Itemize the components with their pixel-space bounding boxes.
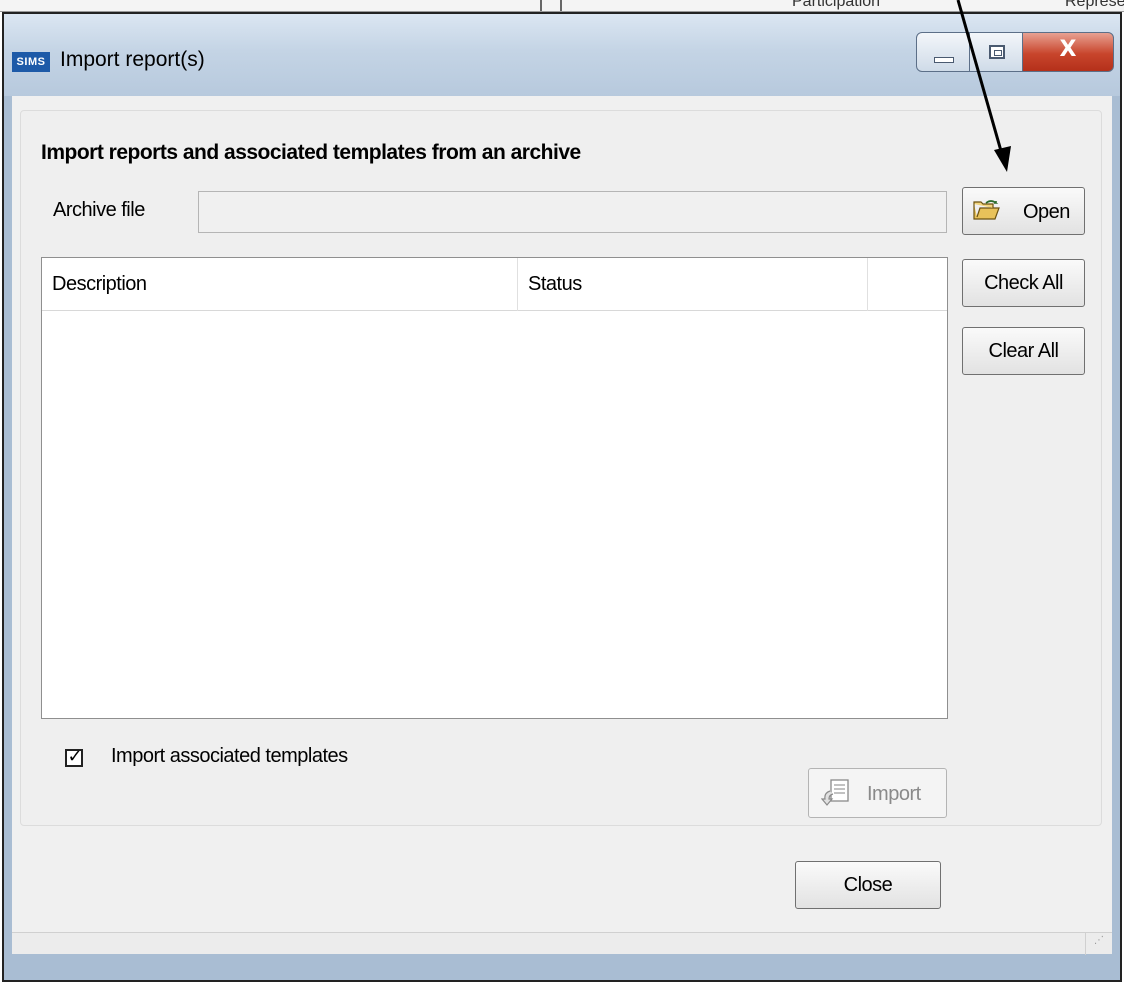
background-column-separator xyxy=(560,0,562,11)
background-column-participation: Participation xyxy=(792,0,881,10)
window-close-button[interactable]: X xyxy=(1022,32,1114,72)
section-heading: Import reports and associated templates … xyxy=(41,141,581,164)
close-icon: X xyxy=(1059,37,1077,62)
archive-file-input[interactable] xyxy=(198,191,947,233)
status-bar: ⋰ xyxy=(12,932,1112,955)
dialog-client-area: Import reports and associated templates … xyxy=(12,96,1112,955)
open-button-label: Open xyxy=(1023,201,1070,223)
import-templates-checkbox[interactable]: ✓ xyxy=(65,746,83,767)
import-document-icon xyxy=(821,779,849,806)
check-all-label: Check All xyxy=(984,272,1063,294)
import-button-label: Import xyxy=(867,783,921,805)
import-panel: Import reports and associated templates … xyxy=(20,110,1102,826)
archive-file-label: Archive file xyxy=(53,199,145,221)
import-templates-label[interactable]: Import associated templates xyxy=(111,745,348,768)
checkmark-icon: ✓ xyxy=(67,746,83,767)
close-button[interactable]: Close xyxy=(795,861,941,909)
maximize-button[interactable] xyxy=(969,32,1023,72)
maximize-icon xyxy=(989,45,1005,59)
open-button[interactable]: Open xyxy=(962,187,1085,235)
list-header: Description Status xyxy=(42,258,947,311)
clear-all-label: Clear All xyxy=(988,340,1059,362)
background-window-strip: Participation Represe xyxy=(0,0,1124,12)
status-bar-separator xyxy=(1085,933,1086,955)
reports-list[interactable]: Description Status xyxy=(41,257,948,719)
background-column-represe: Represe xyxy=(1065,0,1124,10)
check-all-button[interactable]: Check All xyxy=(962,259,1085,307)
column-header-empty[interactable] xyxy=(868,258,947,311)
minimize-button[interactable] xyxy=(916,32,970,72)
column-header-status[interactable]: Status xyxy=(518,258,868,311)
sims-logo-icon: SIMS xyxy=(12,52,50,72)
column-header-description[interactable]: Description xyxy=(42,258,518,311)
import-reports-dialog: SIMS Import report(s) X Import reports a… xyxy=(2,12,1122,982)
background-column-separator xyxy=(540,0,542,11)
title-bar[interactable]: SIMS Import report(s) X xyxy=(4,14,1120,96)
import-button[interactable]: Import xyxy=(808,768,947,818)
clear-all-button[interactable]: Clear All xyxy=(962,327,1085,375)
resize-grip-icon[interactable]: ⋰ xyxy=(1094,936,1108,951)
minimize-icon xyxy=(934,57,954,63)
window-title: Import report(s) xyxy=(60,48,205,71)
open-folder-icon xyxy=(973,200,1000,220)
close-button-label: Close xyxy=(843,874,893,896)
